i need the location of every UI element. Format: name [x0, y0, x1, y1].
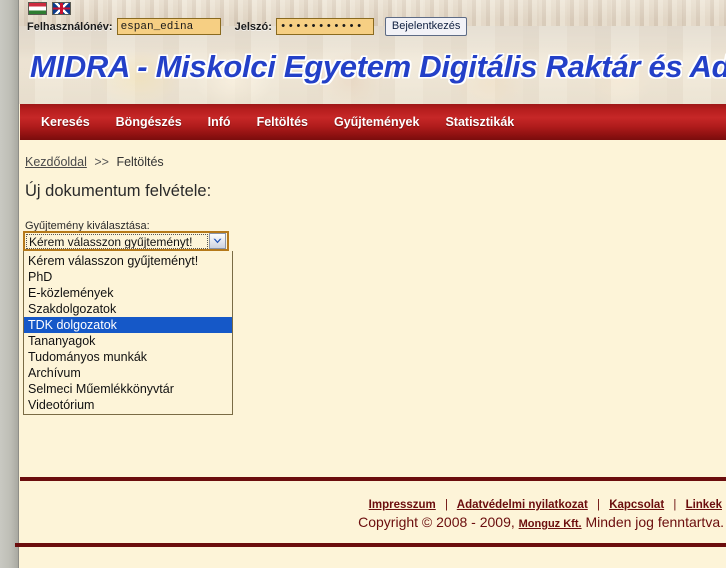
english-flag-icon[interactable]	[52, 2, 71, 15]
option-item[interactable]: Selmeci Műemlékkönyvtár	[24, 381, 232, 397]
footer-link-kapcsolat[interactable]: Kapcsolat	[609, 499, 664, 511]
nav-item-info[interactable]: Infó	[195, 115, 244, 129]
breadcrumb: Kezdőoldal >> Feltöltés	[25, 155, 164, 169]
footer-link-adatvedelem[interactable]: Adatvédelmi nyilatkozat	[457, 499, 588, 511]
breadcrumb-current: Feltöltés	[116, 155, 164, 169]
hungarian-flag-icon[interactable]	[28, 2, 47, 15]
password-input[interactable]	[275, 18, 374, 35]
footer-link-impresszum[interactable]: Impresszum	[369, 499, 436, 511]
breadcrumb-separator: >>	[94, 155, 109, 169]
option-item[interactable]: Tudományos munkák	[24, 349, 232, 365]
chevron-down-icon[interactable]	[209, 233, 226, 249]
option-item[interactable]: PhD	[24, 269, 232, 285]
page-title: Új dokumentum felvétele:	[25, 182, 212, 200]
nav-item-bongeszes[interactable]: Böngészés	[103, 115, 195, 129]
option-item[interactable]: Archívum	[24, 365, 232, 381]
nav-item-gyujtemenyek[interactable]: Gyűjtemények	[321, 115, 432, 129]
collection-select-value: Kérem válasszon gyűjteményt!	[26, 233, 208, 249]
main-navigation: Keresés Böngészés Infó Feltöltés Gyűjtem…	[20, 104, 726, 140]
option-item[interactable]: Kérem válasszon gyűjteményt!	[24, 253, 232, 269]
left-gutter	[0, 0, 19, 568]
nav-item-statisztikak[interactable]: Statisztikák	[432, 115, 527, 129]
collection-select[interactable]: Kérem válasszon gyűjteményt!	[23, 231, 229, 251]
option-item[interactable]: E-közlemények	[24, 285, 232, 301]
footer-links: Impresszum | Adatvédelmi nyilatkozat | K…	[369, 499, 722, 511]
copyright-suffix: Minden jog fenntartva.	[585, 514, 724, 530]
left-gutter-shade	[0, 0, 18, 568]
company-link[interactable]: Monguz Kft.	[519, 518, 582, 530]
username-label: Felhasználónév:	[27, 20, 113, 33]
collection-option-list[interactable]: Kérem válasszon gyűjteményt! PhD E-közle…	[23, 251, 233, 415]
option-item-selected[interactable]: TDK dolgozatok	[24, 317, 232, 333]
option-item[interactable]: Videotórium	[24, 397, 232, 413]
nav-item-feltoltes[interactable]: Feltöltés	[244, 115, 321, 129]
username-input[interactable]	[116, 18, 221, 35]
password-label: Jelszó:	[234, 20, 272, 33]
language-flags	[28, 2, 71, 15]
footer-rule-top	[20, 477, 726, 481]
option-item[interactable]: Tananyagok	[24, 333, 232, 349]
breadcrumb-home-link[interactable]: Kezdőoldal	[25, 155, 87, 169]
footer-separator: |	[444, 499, 448, 511]
footer-rule-bottom	[15, 543, 726, 547]
site-title: MIDRA - Miskolci Egyetem Digitális Raktá…	[30, 49, 726, 84]
login-bar: Felhasználónév: Jelszó: Bejelentkezés	[19, 0, 726, 40]
footer-separator: |	[673, 499, 677, 511]
content-area: Kezdőoldal >> Feltöltés Új dokumentum fe…	[20, 140, 726, 470]
option-item[interactable]: Szakdolgozatok	[24, 301, 232, 317]
page-root: MIDRA - Miskolci Egyetem Digitális Raktá…	[0, 0, 726, 568]
footer-separator: |	[596, 499, 600, 511]
login-button[interactable]: Bejelentkezés	[384, 17, 468, 36]
copyright-line: Copyright © 2008 - 2009, Monguz Kft. Min…	[358, 514, 724, 530]
footer-link-linkek[interactable]: Linkek	[686, 499, 722, 511]
nav-item-kereses[interactable]: Keresés	[28, 115, 103, 129]
copyright-prefix: Copyright © 2008 - 2009,	[358, 514, 515, 530]
login-form: Felhasználónév: Jelszó: Bejelentkezés	[27, 17, 468, 36]
